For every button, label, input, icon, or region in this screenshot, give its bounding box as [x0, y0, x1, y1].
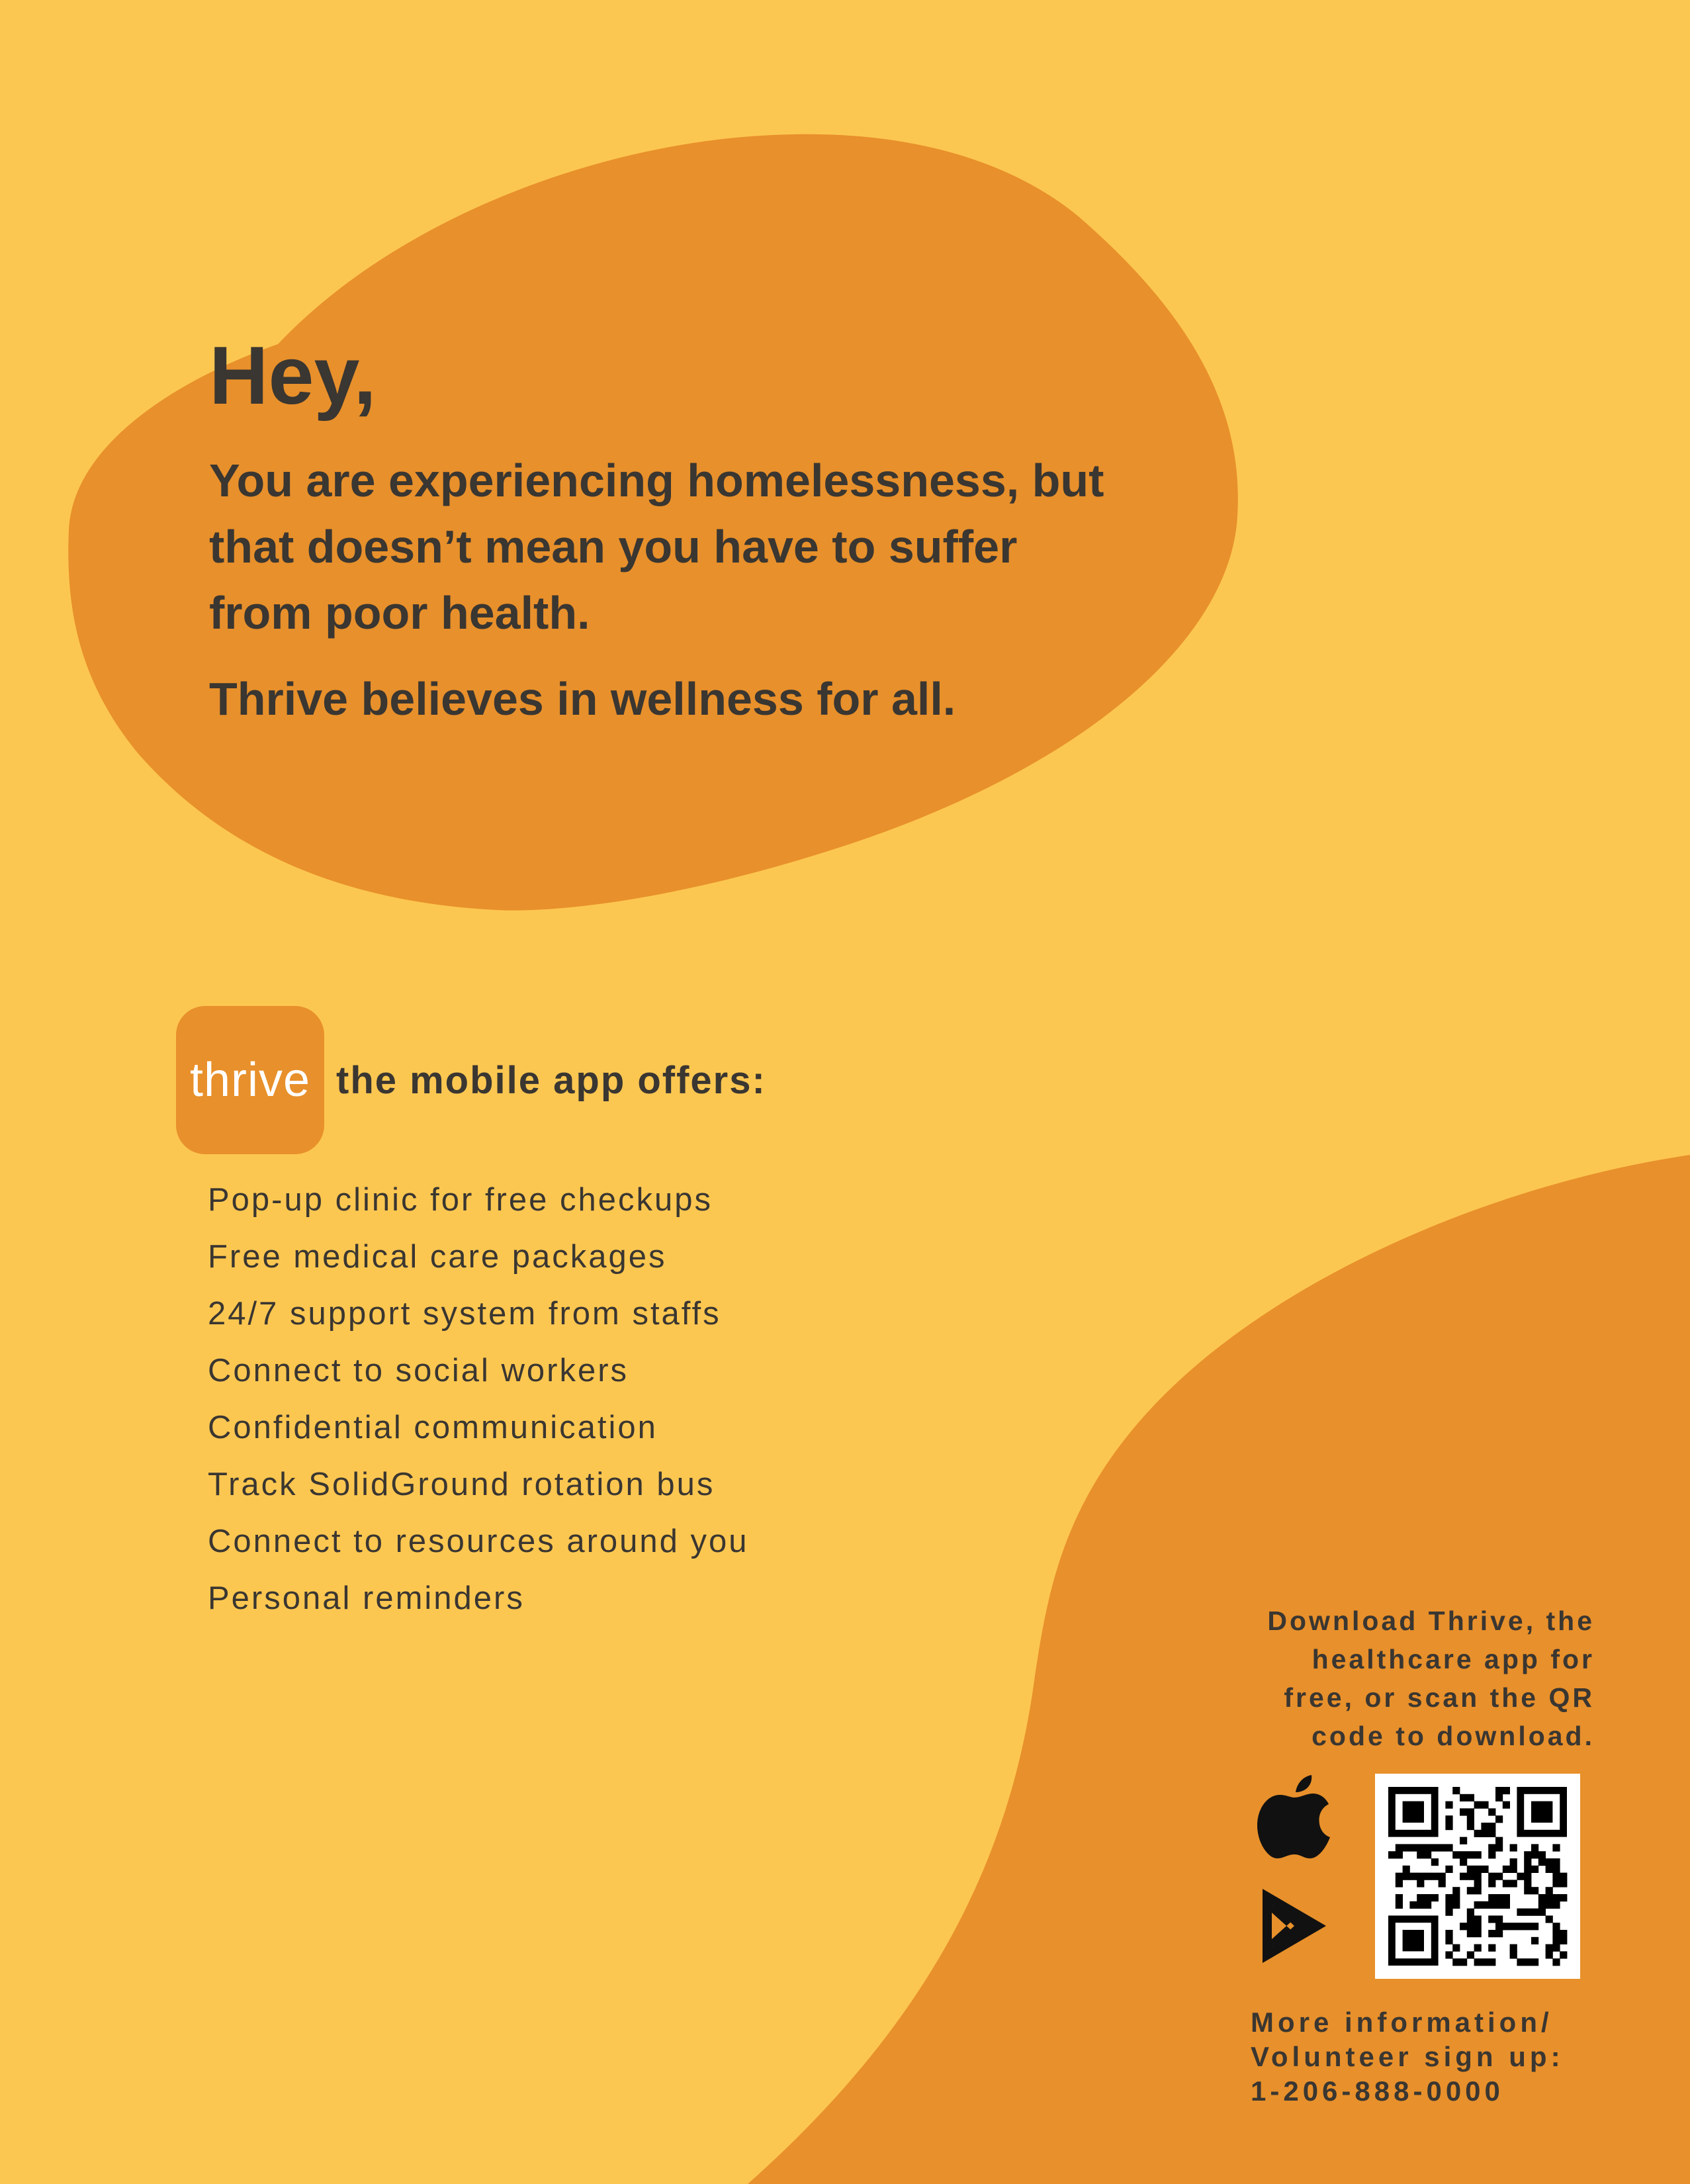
download-line: Download Thrive, the [1267, 1606, 1595, 1636]
apple-icon[interactable] [1257, 1774, 1330, 1860]
qr-code[interactable] [1375, 1774, 1580, 1979]
app-intro: thrive the mobile app offers: [176, 1006, 766, 1154]
contact-line: Volunteer sign up: [1251, 2041, 1564, 2072]
thrive-logo-text: thrive [189, 1054, 311, 1107]
download-instructions: Download Thrive, the healthcare app for … [1251, 1602, 1595, 1755]
hero-section: Hey, You are experiencing homelessness, … [209, 331, 1149, 732]
hero-tagline: Thrive believes in wellness for all. [209, 673, 956, 725]
google-play-icon[interactable] [1257, 1886, 1330, 1966]
contact-line: More information/ [1251, 2007, 1553, 2038]
feature-item: Confidential communication [208, 1410, 658, 1445]
hero-body-line: from poor health. [209, 587, 590, 639]
store-icons [1257, 1774, 1337, 1966]
feature-item: Free medical care packages [208, 1239, 667, 1275]
download-line: healthcare app for [1312, 1644, 1595, 1674]
hero-body-line: that doesn’t mean you have to suffer [209, 521, 1018, 573]
download-line: free, or scan the QR [1284, 1682, 1595, 1713]
feature-item: Track SolidGround rotation bus [208, 1467, 715, 1502]
feature-item: Pop-up clinic for free checkups [208, 1182, 713, 1218]
feature-item: 24/7 support system from staffs [208, 1296, 721, 1332]
feature-list: Pop-up clinic for free checkups Free med… [208, 1171, 749, 1627]
contact-info: More information/ Volunteer sign up: 1-2… [1251, 2005, 1581, 2109]
app-headline: the mobile app offers: [336, 1058, 766, 1102]
qr-code-pattern [1388, 1787, 1568, 1966]
hero-greeting: Hey, [209, 330, 377, 422]
feature-item: Connect to social workers [208, 1353, 629, 1388]
download-line: code to download. [1312, 1721, 1595, 1751]
hero-body: You are experiencing homelessness, but t… [209, 447, 1149, 646]
feature-item: Connect to resources around you [208, 1524, 749, 1559]
hero-body-line: You are experiencing homelessness, but [209, 455, 1104, 507]
contact-line: 1-206-888-0000 [1251, 2075, 1504, 2107]
feature-item: Personal reminders [208, 1580, 525, 1616]
thrive-app-logo: thrive [176, 1006, 324, 1154]
